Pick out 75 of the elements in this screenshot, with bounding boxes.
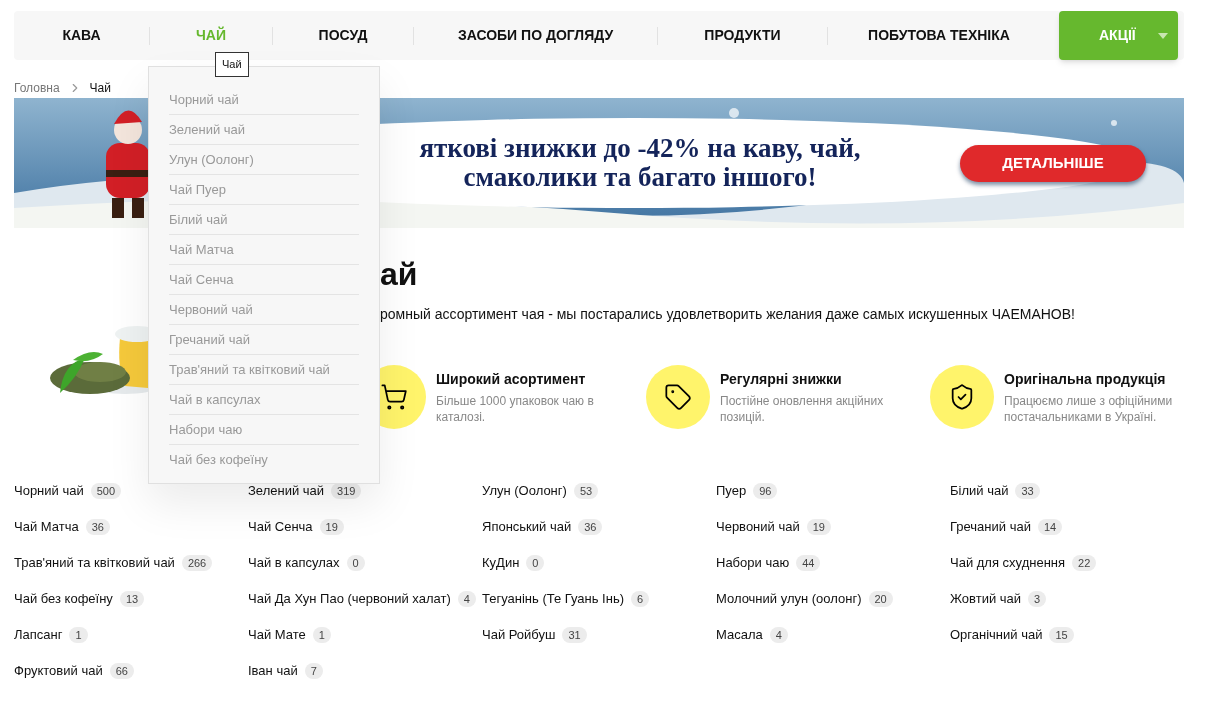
- category-link[interactable]: Улун (Оолонг): [482, 481, 567, 501]
- banner-headline: смаколики та багато іншого!: [463, 163, 817, 192]
- category-description: ромный ассортимент чая - мы постарались удовлетворить желания даже самых искушенных ЧАЕМАНОВ!: [380, 305, 1075, 324]
- banner-headline: яткові знижки до -42% на каву, чай,: [419, 134, 861, 163]
- category-link[interactable]: Японський чай: [482, 517, 572, 537]
- count-label: 33: [1015, 483, 1040, 499]
- category-link[interactable]: Зелений чай: [248, 481, 325, 501]
- category-link[interactable]: Білий чай: [950, 481, 1009, 501]
- count-label: 36: [578, 519, 603, 535]
- count-label: 13: [119, 591, 145, 607]
- feature-text: Постійне оновлення акційних позицій.: [720, 393, 885, 425]
- category-link[interactable]: Органічний чай: [950, 625, 1043, 645]
- nav-item[interactable]: ПРОДУКТИ: [704, 25, 781, 46]
- category-link[interactable]: Чай Да Хун Пао (червоний халат): [248, 589, 451, 609]
- caret-icon: [1158, 32, 1168, 39]
- category-link[interactable]: Чай без кофеїну: [14, 589, 113, 609]
- count-label: 4: [457, 591, 476, 607]
- count-label: 0: [526, 555, 545, 571]
- category-link[interactable]: Чай Матча: [14, 517, 79, 537]
- count-label: 1: [69, 627, 88, 643]
- count-label: 6: [631, 591, 650, 607]
- count-label: 266: [181, 555, 213, 571]
- breadcrumb-link[interactable]: Головна: [14, 79, 60, 97]
- count-label: 20: [868, 591, 893, 607]
- category-link[interactable]: Чай Сенча: [248, 517, 313, 537]
- category-link[interactable]: КуДин: [482, 553, 520, 573]
- category-link[interactable]: Пуер: [716, 481, 747, 501]
- count-label: 22: [1072, 555, 1097, 571]
- breadcrumb-link[interactable]: Чай: [89, 79, 111, 97]
- category-link[interactable]: Чорний чай: [14, 481, 84, 501]
- feature-text: Працюємо лише з офіційними постачальниками в Україні.: [1004, 393, 1174, 425]
- category-link[interactable]: Трав'яний та квітковий чай: [14, 553, 175, 573]
- category-link[interactable]: Молочний улун (оолонг): [716, 589, 862, 609]
- count-label: 0: [346, 555, 365, 571]
- category-link[interactable]: Жовтий чай: [950, 589, 1022, 609]
- count-label: 31: [562, 627, 587, 643]
- category-link[interactable]: Чай в капсулах: [248, 553, 340, 573]
- count-label: 44: [796, 555, 821, 571]
- category-link[interactable]: Чай для схуднення: [950, 553, 1066, 573]
- nav-item[interactable]: ПОСУД: [318, 25, 368, 46]
- cart-icon: [380, 383, 408, 411]
- feature-title: Оригінальна продукція: [1004, 370, 1167, 389]
- count-label: 7: [304, 663, 323, 679]
- tooltip: Чай: [215, 52, 249, 77]
- category-link[interactable]: Фруктовий чай: [14, 661, 103, 681]
- count-label: 4: [769, 627, 788, 643]
- feature-title: Регулярні знижки: [720, 370, 843, 389]
- category-link[interactable]: Чай Мате: [248, 625, 306, 645]
- page-heading: ай: [380, 255, 419, 294]
- category-link[interactable]: Іван чай: [248, 661, 298, 681]
- count-label: 66: [109, 663, 134, 679]
- nav-item[interactable]: КАВА: [62, 25, 101, 46]
- category-link[interactable]: Тегуанінь (Те Гуань Інь): [482, 589, 624, 609]
- category-link[interactable]: Лапсанг: [14, 625, 63, 645]
- tag-icon: [664, 383, 692, 411]
- count-label: 36: [85, 519, 110, 535]
- category-link[interactable]: Червоний чай: [716, 517, 800, 537]
- count-label: 14: [1037, 519, 1063, 535]
- count-label: 500: [90, 483, 122, 499]
- count-label: 19: [806, 519, 831, 535]
- count-label: 96: [753, 483, 778, 499]
- count-label: 19: [319, 519, 344, 535]
- details-button[interactable]: ДЕТАЛЬНІШЕ: [960, 144, 1146, 182]
- feature-text: Більше 1000 упаковок чаю в каталозі.: [436, 393, 595, 425]
- category-link[interactable]: Набори чаю: [716, 553, 790, 573]
- category-link[interactable]: Масала: [716, 625, 763, 645]
- category-link[interactable]: Гречаний чай: [950, 517, 1031, 537]
- feature-title: Широкий асортимент: [436, 370, 587, 389]
- nav-item[interactable]: ПОБУТОВА ТЕХНІКА: [868, 25, 1010, 46]
- count-label: 15: [1049, 627, 1074, 643]
- category-link[interactable]: Чай Ройбуш: [482, 625, 556, 645]
- count-label: 1: [312, 627, 331, 643]
- count-label: 53: [573, 483, 599, 499]
- count-label: 3: [1028, 591, 1047, 607]
- nav-item[interactable]: ЗАСОБИ ПО ДОГЛЯДУ: [457, 25, 614, 46]
